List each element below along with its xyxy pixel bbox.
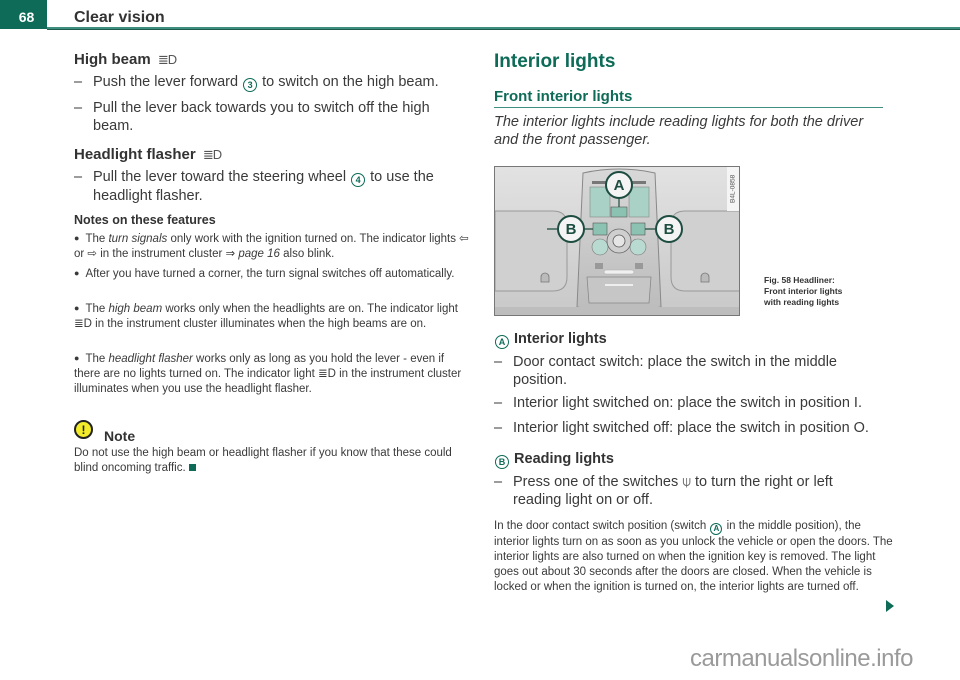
dash: – xyxy=(494,354,503,370)
right-reading-switch xyxy=(630,222,646,236)
ref-circle-4: 4 xyxy=(351,173,366,187)
headlight-flasher-heading-text: Headlight flasher xyxy=(74,146,196,163)
badge-a: A xyxy=(495,335,509,349)
interior-step-2: – Interior light switched on: place the … xyxy=(494,394,914,412)
paragraph-text: In the door contact switch position (swi… xyxy=(494,520,707,532)
dash: – xyxy=(74,74,83,90)
high-beam-step-2: – Pull the lever back towards you to swi… xyxy=(74,99,454,135)
flasher-step: – Pull the lever toward the steering whe… xyxy=(74,168,464,205)
dash: – xyxy=(74,100,83,116)
figure-caption: Fig. 58 Headliner: Front interior lights… xyxy=(764,275,842,308)
badge-b: B xyxy=(495,455,509,469)
notes-heading: Notes on these features xyxy=(74,213,216,227)
headlight-flasher-heading: Headlight flasher ≣D xyxy=(74,146,222,163)
note-item: ● The turn signals only work with the ign… xyxy=(74,231,469,262)
note-item: ● The high beam works only when the headl… xyxy=(74,301,469,332)
step-text: Push the lever forward xyxy=(93,74,239,90)
note-text: also blink. xyxy=(279,248,335,260)
note-emphasis: headlight flasher xyxy=(108,353,193,365)
note-item: ● After you have turned a corner, the tur… xyxy=(74,266,469,282)
front-interior-lights-subtitle: Front interior lights xyxy=(494,88,633,105)
high-beam-heading-text: High beam xyxy=(74,51,151,68)
note-text: The xyxy=(85,303,109,315)
note-body: Do not use the high beam or headlight fl… xyxy=(74,446,469,476)
reading-lights-subheading: B Reading lights xyxy=(494,451,614,469)
left-sun-visor xyxy=(495,210,568,292)
continue-arrow-icon xyxy=(886,600,894,612)
page-number-tab: 68 xyxy=(0,0,47,29)
note-heading: Note xyxy=(104,428,136,444)
watermark: carmanualsonline.info xyxy=(690,645,913,672)
high-beam-icon: ≣D xyxy=(202,147,222,162)
warning-icon: ! xyxy=(74,420,93,439)
interior-light-switch xyxy=(610,206,628,218)
reading-light-icon: ⍦ xyxy=(682,474,691,490)
note-emphasis: turn signals xyxy=(108,233,168,245)
step-text: Pull the lever back towards you to switc… xyxy=(93,100,430,134)
interior-lights-subheading-text: Interior lights xyxy=(514,331,607,347)
high-beam-icon: ≣D xyxy=(157,52,177,67)
note-text: After you have turned a corner, the turn… xyxy=(85,268,455,280)
sunglasses-holder xyxy=(586,276,652,304)
interior-step-3: – Interior light switched off: place the… xyxy=(494,419,934,437)
step-text: Interior light switched off: place the s… xyxy=(513,420,869,436)
callout-b-left: B xyxy=(557,215,585,243)
ref-circle-3: 3 xyxy=(243,78,258,92)
step-text: Pull the lever toward the steering wheel xyxy=(93,169,347,185)
subtitle-rule xyxy=(494,107,883,108)
lead-text: The interior lights include reading ligh… xyxy=(494,114,864,148)
page-reference-link[interactable]: page 16 xyxy=(238,248,280,260)
note-text: The xyxy=(85,353,109,365)
high-beam-step-1: – Push the lever forward 3 to switch on … xyxy=(74,73,474,92)
reading-step: – Press one of the switches ⍦ to turn th… xyxy=(494,473,874,509)
step-text: Press one of the switches xyxy=(513,474,679,490)
step-text: Door contact switch: place the switch in… xyxy=(513,354,837,388)
bullet: ● xyxy=(74,233,80,243)
callout-b-right: B xyxy=(655,215,683,243)
page-number: 68 xyxy=(18,9,35,25)
step-text: Interior light switched on: place the sw… xyxy=(513,395,862,411)
caption-line: Front interior lights xyxy=(764,286,843,296)
caption-line: with reading lights xyxy=(764,297,840,307)
header-rule xyxy=(47,27,960,30)
callout-a: A xyxy=(605,171,633,199)
interior-step-1: – Door contact switch: place the switch … xyxy=(494,353,894,389)
reading-lights-subheading-text: Reading lights xyxy=(514,451,614,467)
interior-lights-title: Interior lights xyxy=(494,51,616,72)
note-body-text: Do not use the high beam or headlight fl… xyxy=(74,447,452,474)
caption-line: Fig. 58 Headliner: xyxy=(764,275,835,285)
dash: – xyxy=(494,395,503,411)
dash: – xyxy=(74,169,83,185)
ref-badge-a: A xyxy=(710,522,723,535)
interior-paragraph: In the door contact switch position (swi… xyxy=(494,519,894,595)
dash: – xyxy=(494,474,503,490)
dash: – xyxy=(494,420,503,436)
bullet: ● xyxy=(74,353,80,363)
step-text: to switch on the high beam. xyxy=(262,74,439,90)
end-of-section-mark xyxy=(188,464,196,471)
bullet: ● xyxy=(74,303,80,313)
bullet: ● xyxy=(74,268,80,278)
note-emphasis: high beam xyxy=(108,303,163,315)
right-lamp-lens xyxy=(628,186,650,218)
interior-lights-subheading: A Interior lights xyxy=(494,331,607,349)
figure-code: B4L-0858 xyxy=(727,167,739,211)
note-text: The xyxy=(85,233,109,245)
section-title: Clear vision xyxy=(74,9,165,26)
note-item: ● The headlight flasher works only as lon… xyxy=(74,351,469,397)
high-beam-heading: High beam ≣D xyxy=(74,51,177,68)
left-reading-switch xyxy=(592,222,608,236)
headliner-figure: A B B B4L-0858 xyxy=(494,166,740,316)
